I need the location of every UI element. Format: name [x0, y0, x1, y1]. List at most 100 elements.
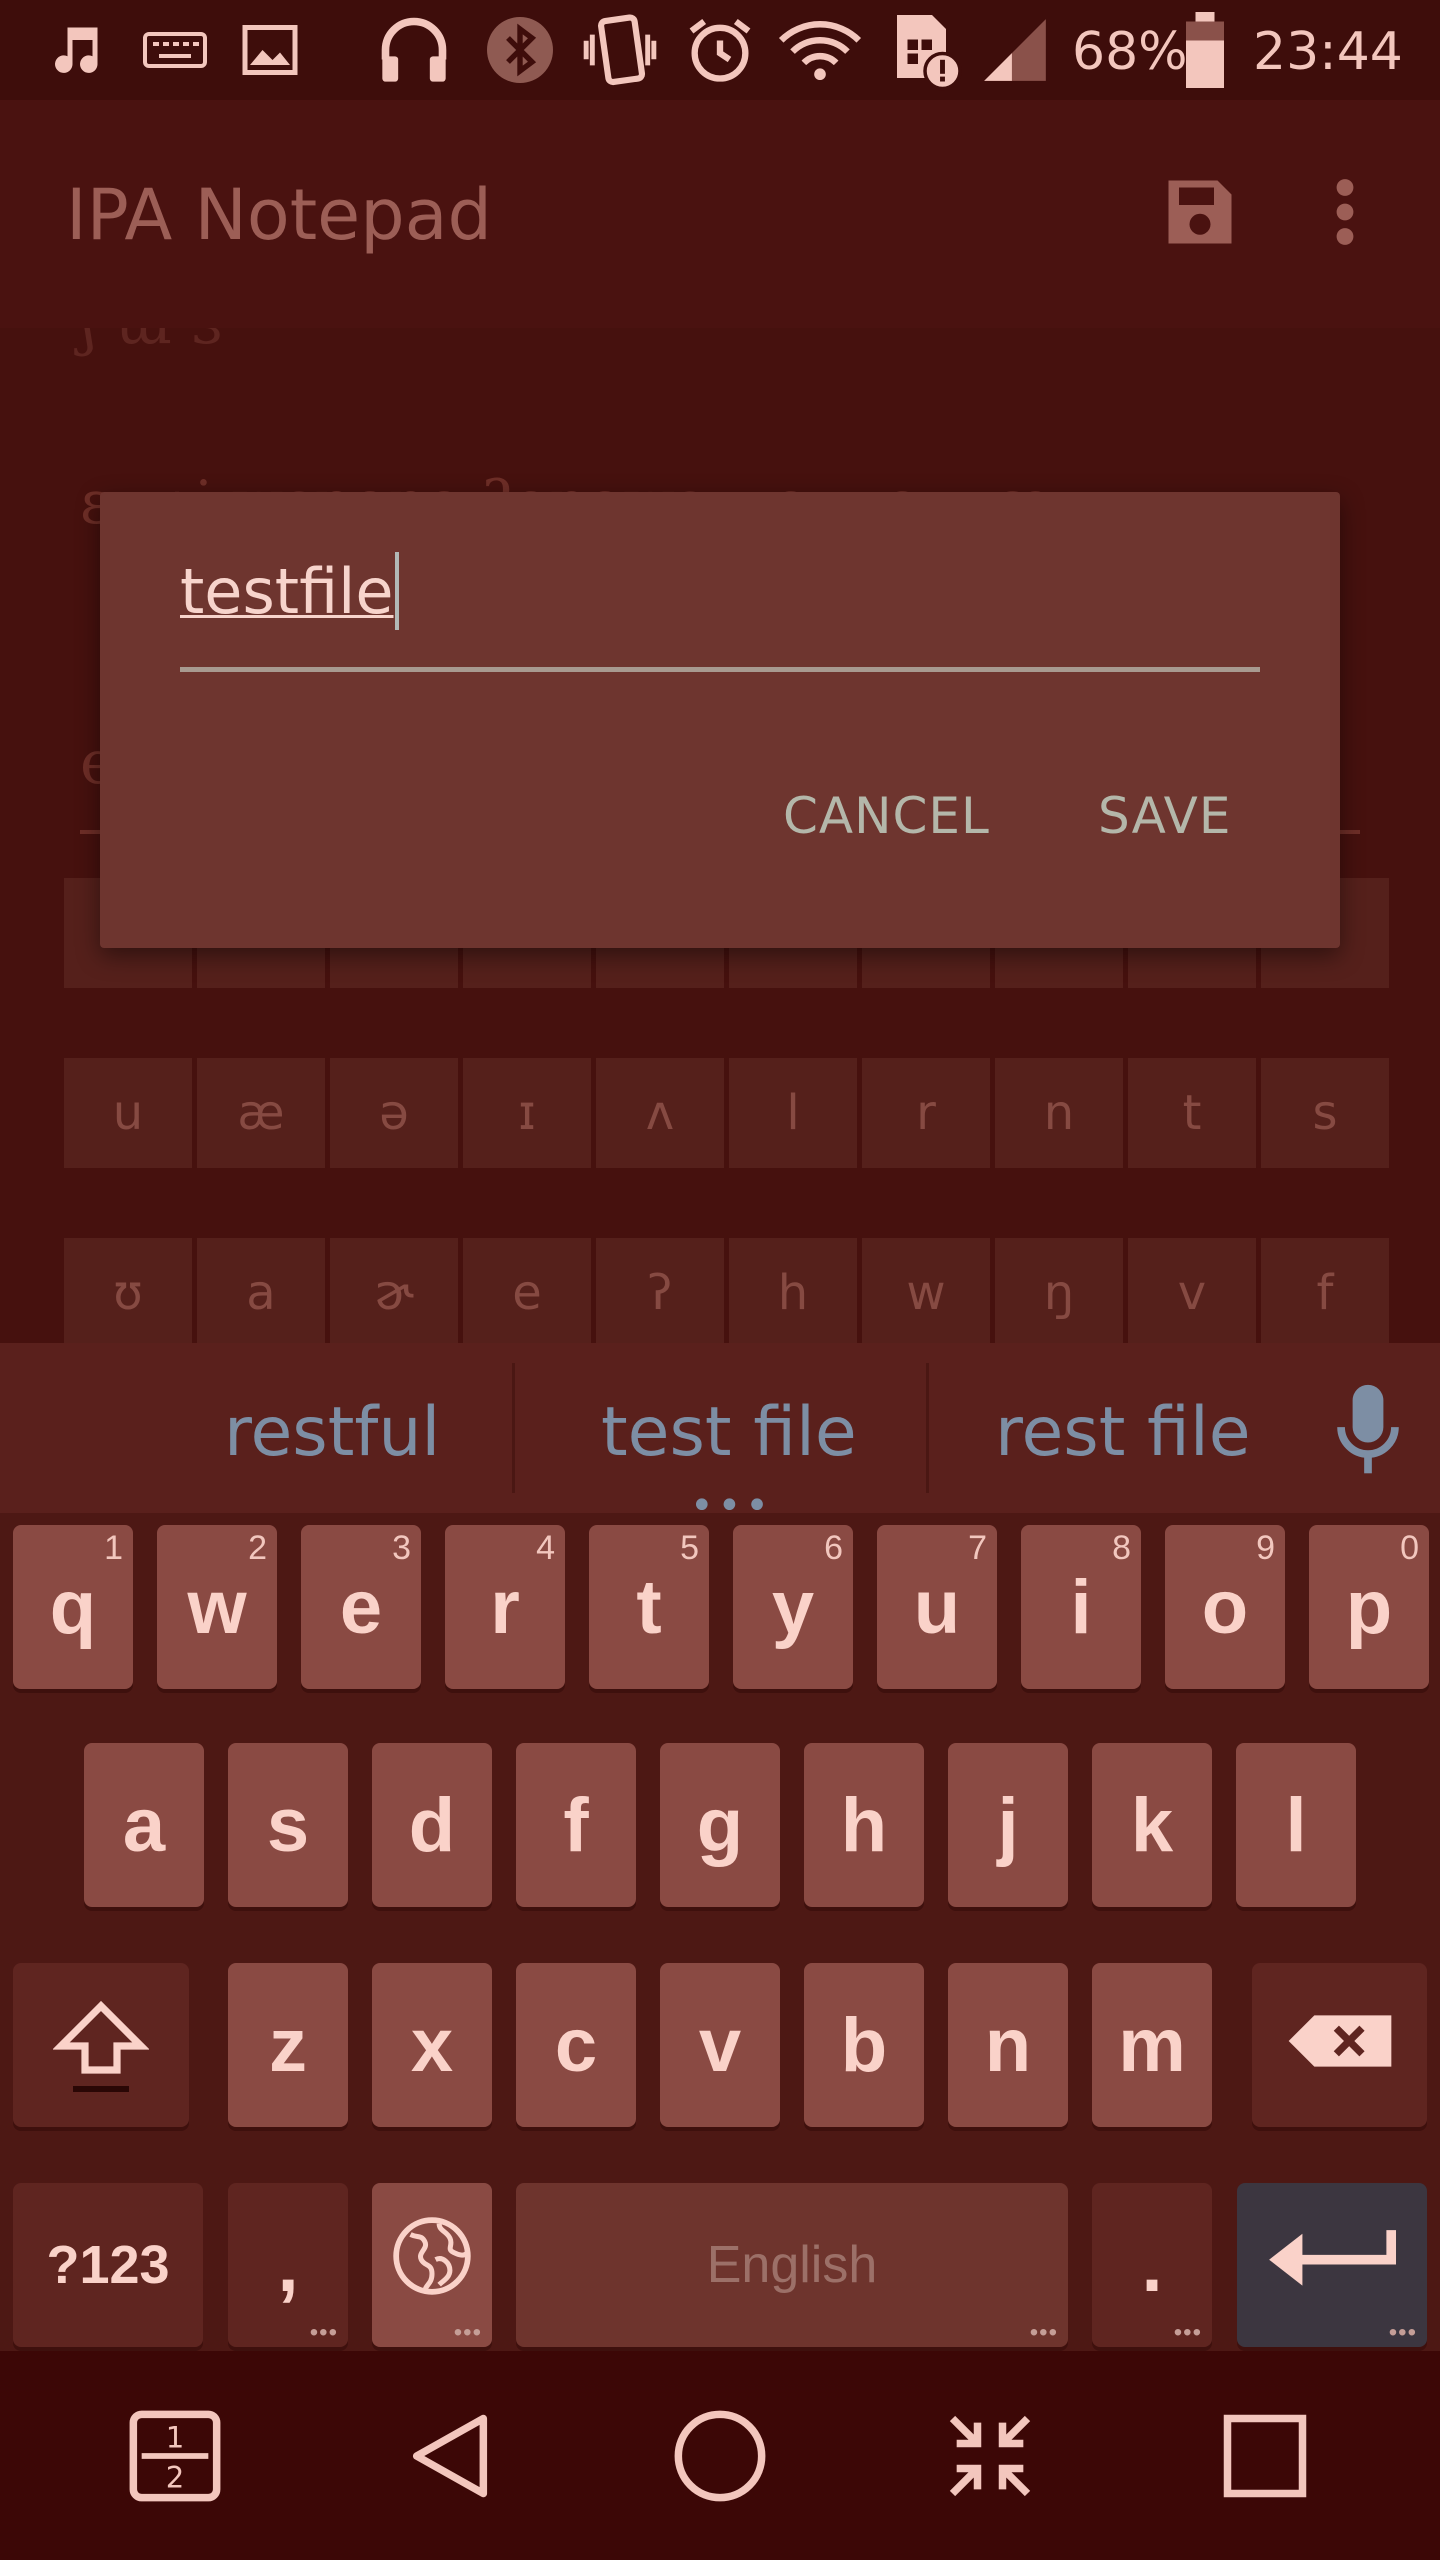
key-hint: 3	[392, 1529, 411, 1567]
vibrate-icon	[575, 14, 665, 86]
space-key[interactable]: English •••	[516, 2183, 1068, 2347]
key-y[interactable]: y6	[733, 1525, 853, 1689]
suggestion-1[interactable]: restful	[224, 1393, 440, 1472]
backspace-icon	[1285, 2002, 1395, 2089]
image-icon	[235, 18, 305, 82]
ipa-key[interactable]: ʔ	[596, 1238, 724, 1343]
key-e[interactable]: e3	[301, 1525, 421, 1689]
key-d[interactable]: d	[372, 1743, 492, 1907]
key-f[interactable]: f	[516, 1743, 636, 1907]
key-label: x	[410, 2002, 454, 2088]
ipa-key[interactable]: v	[1128, 1238, 1256, 1343]
recents-icon[interactable]	[1210, 2401, 1320, 2511]
ipa-key[interactable]: æ	[197, 1058, 325, 1168]
key-more-indicator: •••	[1173, 2319, 1202, 2346]
suggestion-divider	[512, 1363, 515, 1493]
suggestion-strip: restful test file ••• rest file	[0, 1343, 1440, 1529]
key-m[interactable]: m	[1092, 1963, 1212, 2127]
key-p[interactable]: p0	[1309, 1525, 1429, 1689]
key-r[interactable]: r4	[445, 1525, 565, 1689]
shift-key[interactable]	[13, 1963, 189, 2127]
suggestion-3[interactable]: rest file	[995, 1393, 1251, 1472]
key-v[interactable]: v	[660, 1963, 780, 2127]
key-label: a	[122, 1782, 166, 1868]
key-label: English	[706, 2236, 878, 2294]
globe-icon	[389, 2213, 475, 2317]
symbols-key[interactable]: ?123	[13, 2183, 203, 2347]
language-key[interactable]: •••	[372, 2183, 492, 2347]
key-label: i	[1070, 1564, 1092, 1650]
back-icon[interactable]	[395, 2401, 505, 2511]
key-t[interactable]: t5	[589, 1525, 709, 1689]
battery-icon	[1178, 12, 1232, 88]
split-screen-icon[interactable]: 12	[120, 2401, 230, 2511]
key-n[interactable]: n	[948, 1963, 1068, 2127]
ipa-key[interactable]: r	[862, 1058, 990, 1168]
period-key[interactable]: . •••	[1092, 2183, 1212, 2347]
ipa-key[interactable]: ɚ	[330, 1238, 458, 1343]
microphone-icon[interactable]	[1328, 1381, 1408, 1481]
cancel-button[interactable]: CANCEL	[783, 787, 990, 845]
key-hint: 5	[680, 1529, 699, 1567]
ipa-key[interactable]: ŋ	[995, 1238, 1123, 1343]
ipa-key[interactable]: t	[1128, 1058, 1256, 1168]
key-hint: 6	[824, 1529, 843, 1567]
ipa-key[interactable]: ə	[330, 1058, 458, 1168]
key-c[interactable]: c	[516, 1963, 636, 2127]
ipa-key[interactable]: l	[729, 1058, 857, 1168]
key-w[interactable]: w2	[157, 1525, 277, 1689]
enter-key[interactable]: •••	[1237, 2183, 1427, 2347]
ipa-key[interactable]: e	[463, 1238, 591, 1343]
suggestion-2[interactable]: test file	[601, 1393, 857, 1472]
ipa-key[interactable]: u	[64, 1058, 192, 1168]
ipa-key[interactable]: ɪ	[463, 1058, 591, 1168]
key-k[interactable]: k	[1092, 1743, 1212, 1907]
home-icon[interactable]	[665, 2401, 775, 2511]
ipa-key[interactable]: ʌ	[596, 1058, 724, 1168]
save-button[interactable]: SAVE	[1098, 787, 1231, 845]
key-i[interactable]: i8	[1021, 1525, 1141, 1689]
key-q[interactable]: q1	[13, 1525, 133, 1689]
collapse-icon[interactable]	[935, 2401, 1045, 2511]
key-a[interactable]: a	[84, 1743, 204, 1907]
ipa-key[interactable]: a	[197, 1238, 325, 1343]
key-x[interactable]: x	[372, 1963, 492, 2127]
key-g[interactable]: g	[660, 1743, 780, 1907]
ipa-key[interactable]: n	[995, 1058, 1123, 1168]
key-label: y	[771, 1564, 815, 1650]
music-note-icon	[40, 18, 110, 82]
key-label: w	[187, 1564, 247, 1650]
save-file-dialog: testfile CANCEL SAVE	[100, 492, 1340, 948]
ipa-key[interactable]: s	[1261, 1058, 1389, 1168]
more-suggestions-indicator: •••	[690, 1483, 773, 1529]
ipa-key[interactable]: h	[729, 1238, 857, 1343]
key-label: ?123	[46, 2235, 170, 2295]
key-z[interactable]: z	[228, 1963, 348, 2127]
enter-icon	[1257, 2219, 1407, 2311]
key-hint: 1	[104, 1529, 123, 1567]
ipa-key[interactable]: w	[862, 1238, 990, 1343]
key-b[interactable]: b	[804, 1963, 924, 2127]
key-l[interactable]: l	[1236, 1743, 1356, 1907]
filename-value: testfile	[180, 555, 394, 628]
key-o[interactable]: o9	[1165, 1525, 1285, 1689]
key-label: h	[840, 1782, 888, 1868]
backspace-key[interactable]	[1252, 1963, 1427, 2127]
ipa-key[interactable]: f	[1261, 1238, 1389, 1343]
key-h[interactable]: h	[804, 1743, 924, 1907]
key-u[interactable]: u7	[877, 1525, 997, 1689]
ipa-text-fragment: ʃ ɯ ɜ	[80, 328, 222, 358]
ipa-keyboard-row-2: u æ ə ɪ ʌ l r n t s	[64, 1058, 1389, 1168]
key-j[interactable]: j	[948, 1743, 1068, 1907]
key-label: c	[554, 2002, 598, 2088]
key-s[interactable]: s	[228, 1743, 348, 1907]
save-icon[interactable]	[1158, 170, 1242, 254]
more-vert-icon[interactable]	[1315, 170, 1375, 254]
bluetooth-icon	[480, 17, 560, 83]
comma-key[interactable]: , •••	[228, 2183, 348, 2347]
key-label: q	[49, 1564, 97, 1650]
key-label: z	[269, 2002, 307, 2088]
filename-input[interactable]: testfile	[180, 552, 1260, 672]
ipa-key[interactable]: ʊ	[64, 1238, 192, 1343]
key-label: t	[636, 1564, 662, 1650]
